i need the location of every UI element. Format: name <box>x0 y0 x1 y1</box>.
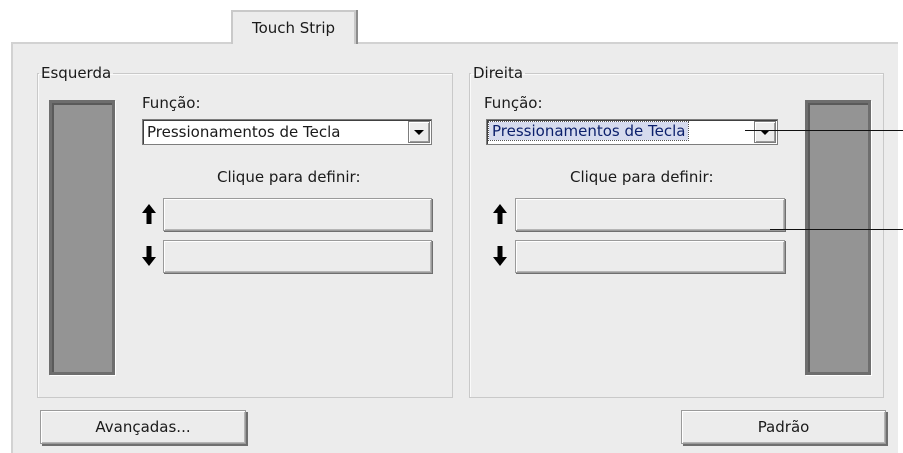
left-key-down-button[interactable] <box>163 240 432 273</box>
arrow-up-icon <box>493 204 507 224</box>
callout-line-function <box>745 130 903 131</box>
left-function-select[interactable]: Pressionamentos de Tecla <box>142 119 432 145</box>
chevron-down-icon[interactable] <box>754 121 776 143</box>
left-click-label: Clique para definir: <box>217 168 361 186</box>
right-function-label: Função: <box>484 94 543 112</box>
right-strip-graphic <box>805 100 871 375</box>
group-left-legend: Esquerda <box>41 64 112 82</box>
arrow-down-icon <box>493 246 507 266</box>
left-function-value: Pressionamentos de Tecla <box>147 123 341 141</box>
right-key-down-button[interactable] <box>515 240 785 273</box>
settings-panel: Esquerda Função: Pressionamentos de Tecl… <box>11 42 898 453</box>
arrow-down-icon <box>142 246 156 266</box>
left-function-label: Função: <box>142 94 201 112</box>
callout-line-key <box>770 229 903 230</box>
default-button[interactable]: Padrão <box>681 410 886 444</box>
right-function-value: Pressionamentos de Tecla <box>487 121 690 141</box>
tab-touch-strip[interactable]: Touch Strip <box>231 10 356 44</box>
chevron-down-icon[interactable] <box>408 121 430 143</box>
advanced-button[interactable]: Avançadas... <box>40 410 246 444</box>
right-key-up-button[interactable] <box>515 198 785 231</box>
arrow-up-icon <box>142 204 156 224</box>
left-key-up-button[interactable] <box>163 198 432 231</box>
group-right-legend: Direita <box>473 64 524 82</box>
left-strip-graphic <box>49 100 115 375</box>
right-click-label: Clique para definir: <box>570 168 714 186</box>
right-function-select[interactable]: Pressionamentos de Tecla <box>486 119 778 145</box>
